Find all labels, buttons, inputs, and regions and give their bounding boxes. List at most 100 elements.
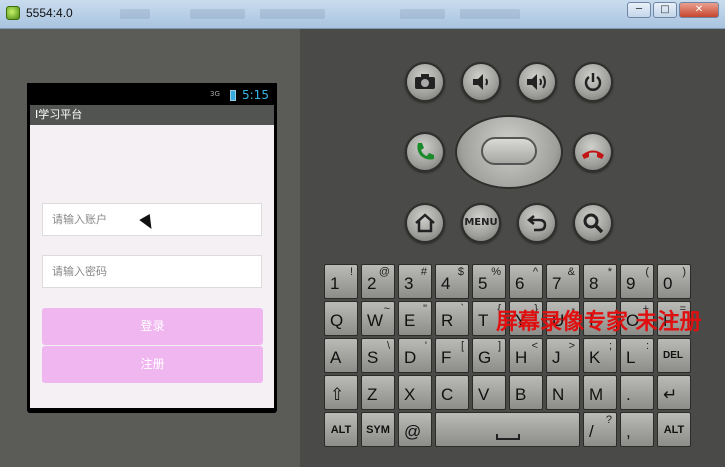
key-label: 5 [478,274,488,293]
key-row2-2[interactable]: E " [398,301,432,336]
alt-left-key[interactable]: ALT [324,412,358,447]
volume-down-icon [473,74,488,90]
key-sublabel: > [568,340,575,352]
key-sublabel: % [491,266,501,278]
key-label: 6 [515,274,525,293]
key-row3-9[interactable]: DEL [657,338,691,373]
key-label: G [478,348,492,367]
register-button[interactable]: 注册 [42,346,263,383]
key-row2-0[interactable]: Q [324,301,358,336]
key-row4-6[interactable]: N [546,375,580,410]
key-row2-1[interactable]: W ~ [361,301,395,336]
signal-icon: 3G [210,90,220,98]
login-button[interactable]: 登录 [42,308,263,345]
key-row1-9[interactable]: 0) [657,264,691,299]
at-key[interactable]: @ [398,412,432,447]
phone-screen-frame: 3G 5:15 I学习平台 请输入账户 请输入密码 登录 注册 [27,83,277,413]
emulator-window: 5554:4.0 ─ □ ✕ 3G 5:15 I学习平台 请输入账户 请输入密码… [0,0,725,467]
key-row3-3[interactable]: F[ [435,338,469,373]
key-row4-8[interactable]: . [620,375,654,410]
key-row2-3[interactable]: R ` [435,301,469,336]
dpad[interactable] [455,115,563,189]
battery-icon [230,90,236,101]
emulator-app-icon [6,6,20,20]
password-input[interactable]: 请输入密码 [42,255,262,288]
dpad-center-button[interactable] [481,137,537,165]
key-sublabel: ] [497,340,501,352]
back-button[interactable] [517,203,557,243]
volume-down-button[interactable] [461,62,501,102]
key-sublabel: ' [424,340,427,352]
key-row4-3[interactable]: C [435,375,469,410]
titlebar-ghost-1 [120,9,150,19]
minimize-button[interactable]: ─ [627,2,651,18]
key-row4-0[interactable]: ⇧ [324,375,358,410]
alt-right-key[interactable]: ALT [657,412,691,447]
key-label: @ [404,422,422,441]
key-row1-2[interactable]: 3 # [398,264,432,299]
key-sublabel: ) [682,266,686,278]
window-title: 5554:4.0 [26,6,73,20]
titlebar-ghost-3 [260,9,325,19]
key-row4-4[interactable]: V [472,375,506,410]
camera-button[interactable] [405,62,445,102]
key-row1-5[interactable]: 6 ^ [509,264,543,299]
search-button[interactable] [573,203,613,243]
key-label: Q [330,311,344,330]
key-row1-1[interactable]: 2 @ [361,264,395,299]
titlebar-ghost-5 [460,9,520,19]
space-key[interactable] [435,412,580,447]
maximize-button[interactable]: □ [653,2,677,18]
key-label: 4 [441,274,451,293]
key-row1-8[interactable]: 9( [620,264,654,299]
call-icon [417,143,434,160]
key-row4-5[interactable]: B [509,375,543,410]
key-sublabel: " [423,303,427,315]
key-row3-2[interactable]: D ' [398,338,432,373]
key-label: ⇧ [330,385,345,404]
key-label: D [404,348,417,367]
key-row1-6[interactable]: 7 & [546,264,580,299]
close-button[interactable]: ✕ [679,2,719,18]
recorder-watermark: 屏幕录像专家 未注册 [496,309,702,335]
key-label: 1 [330,274,340,293]
call-button[interactable] [405,132,445,172]
back-icon [526,215,547,232]
key-row1-0[interactable]: 1! [324,264,358,299]
power-button[interactable] [573,62,613,102]
key-label: 0 [663,274,673,293]
sym-key[interactable]: SYM [361,412,395,447]
key-sublabel: $ [457,266,464,278]
key-row1-7[interactable]: 8 * [583,264,617,299]
home-button[interactable] [405,203,445,243]
key-row4-9[interactable]: ↵ [657,375,691,410]
end-call-button[interactable] [573,132,613,172]
key-row4-7[interactable]: M [583,375,617,410]
key-row1-3[interactable]: 4 $ [435,264,469,299]
key-row3-0[interactable]: A [324,338,358,373]
key-row4-1[interactable]: Z [361,375,395,410]
key-label: ALT [663,424,685,436]
volume-up-icon [527,74,546,90]
key-sublabel: ^ [532,266,538,278]
slash-key[interactable]: /? [583,412,617,447]
key-row3-7[interactable]: K; [583,338,617,373]
comma-key[interactable]: , [620,412,654,447]
key-sublabel: ~ [383,303,390,315]
volume-up-button[interactable] [517,62,557,102]
title-bar: 5554:4.0 ─ □ ✕ [0,0,725,29]
key-sublabel: # [420,266,427,278]
key-row4-2[interactable]: X [398,375,432,410]
key-row3-1[interactable]: S \ [361,338,395,373]
key-label: 8 [589,274,599,293]
key-row3-4[interactable]: G] [472,338,506,373]
key-label: 3 [404,274,414,293]
key-row3-8[interactable]: L: [620,338,654,373]
key-row1-4[interactable]: 5% [472,264,506,299]
key-label: X [404,385,416,404]
key-sublabel: < [531,340,538,352]
camera-icon [415,74,435,89]
menu-button[interactable]: MENU [461,203,501,243]
key-row3-6[interactable]: J > [546,338,580,373]
key-row3-5[interactable]: H < [509,338,543,373]
